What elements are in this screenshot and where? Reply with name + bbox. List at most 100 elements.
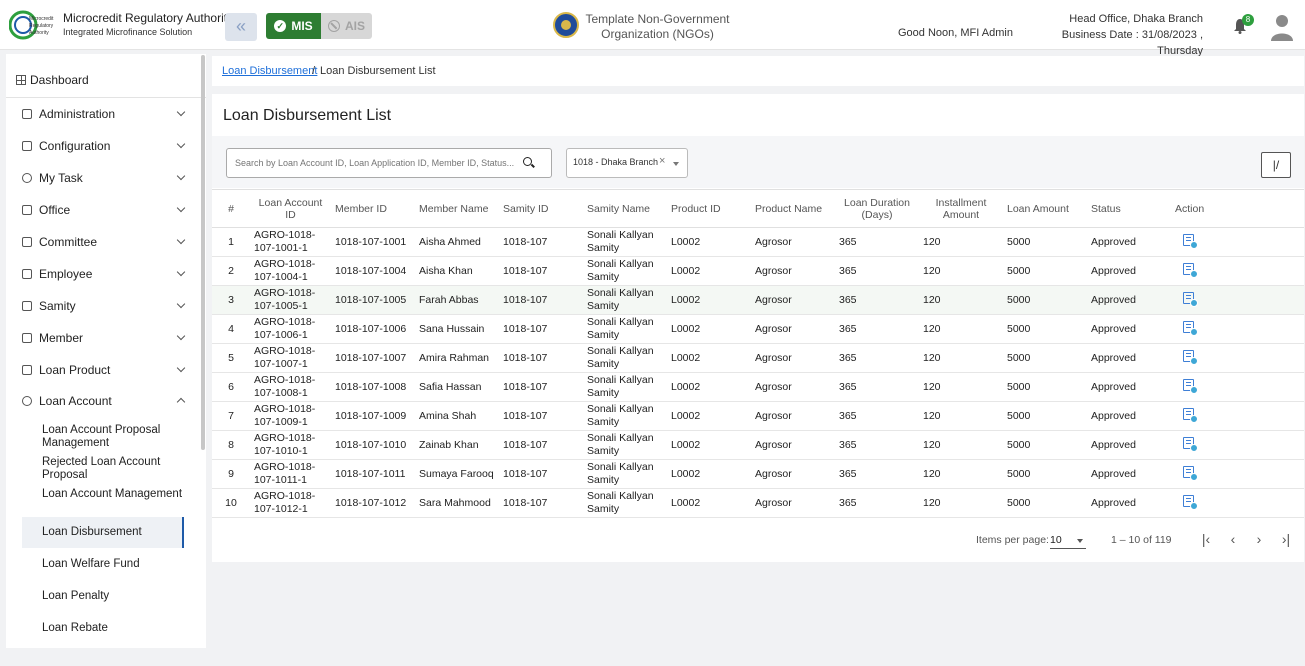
- template-name-line2: Organization (NGOs): [601, 27, 714, 41]
- cell-samity-name: Sonali Kallyan Samity: [583, 372, 667, 402]
- col-header-loan-duration: Loan Duration (Days): [835, 189, 919, 228]
- col-header-installment-amount: Installment Amount: [919, 189, 1003, 228]
- cell-member-id: 1018-107-1011: [331, 459, 415, 489]
- cell-loan-duration: 365: [835, 459, 919, 489]
- branch-filter-select[interactable]: 1018 - Dhaka Branch ×: [566, 148, 688, 178]
- view-details-icon[interactable]: [1183, 234, 1198, 249]
- sidebar-item-dashboard[interactable]: Dashboard: [6, 67, 206, 93]
- user-avatar-icon[interactable]: [1270, 13, 1294, 41]
- table-header-row: # Loan Account ID Member ID Member Name …: [212, 189, 1304, 228]
- cell-samity-name: Sonali Kallyan Samity: [583, 227, 667, 257]
- cell-member-name: Zainab Khan: [415, 430, 499, 460]
- table-row: 3 AGRO-1018-107-1005-1 1018-107-1005 Farah …: [212, 285, 1304, 315]
- cell-loan-account-id: AGRO-1018-107-1006-1: [250, 314, 331, 344]
- clear-icon[interactable]: ×: [659, 155, 665, 167]
- sidebar-subitem-loan-account-management[interactable]: Loan Account Management: [42, 488, 192, 501]
- cell-index: 8: [212, 430, 250, 460]
- sidebar-item-office[interactable]: Office: [6, 196, 206, 224]
- ais-label: AIS: [344, 19, 365, 33]
- breadcrumb-link[interactable]: Loan Disbursement: [222, 65, 317, 77]
- sidebar-item-label: Samity: [39, 299, 76, 313]
- cell-action: [1171, 401, 1304, 431]
- cell-loan-duration: 365: [835, 343, 919, 373]
- cell-installment-amount: 120: [919, 430, 1003, 460]
- cell-index: 3: [212, 285, 250, 315]
- cell-action: [1171, 314, 1304, 344]
- view-details-icon[interactable]: [1183, 437, 1198, 452]
- sidebar-subitem-loan-penalty[interactable]: Loan Penalty: [42, 590, 192, 603]
- sidebar-item-administration[interactable]: Administration: [6, 100, 206, 128]
- ais-toggle-button[interactable]: AIS: [321, 13, 372, 39]
- column-edit-icon: |/: [1272, 158, 1280, 172]
- sidebar-scrollbar[interactable]: [201, 55, 205, 450]
- previous-page-button[interactable]: ‹: [1224, 530, 1242, 548]
- cell-member-id: 1018-107-1012: [331, 488, 415, 518]
- sidebar-subitem-rejected-proposal[interactable]: Rejected Loan Account Proposal: [42, 456, 192, 482]
- cell-action: [1171, 285, 1304, 315]
- branch-filter-value: 1018 - Dhaka Branch: [573, 157, 659, 167]
- column-settings-button[interactable]: |/: [1261, 152, 1291, 178]
- cell-status: Approved: [1087, 459, 1171, 489]
- view-details-icon[interactable]: [1183, 263, 1198, 278]
- sidebar-item-committee[interactable]: Committee: [6, 228, 206, 256]
- cell-samity-id: 1018-107: [499, 372, 583, 402]
- sidebar-item-loan-product[interactable]: Loan Product: [6, 356, 206, 384]
- cell-loan-account-id: AGRO-1018-107-1010-1: [250, 430, 331, 460]
- cell-member-name: Sumaya Farooq: [415, 459, 499, 489]
- view-details-icon[interactable]: [1183, 350, 1198, 365]
- view-details-icon[interactable]: [1183, 408, 1198, 423]
- sidebar-item-label: Office: [39, 203, 71, 217]
- svg-text:Microcredit: Microcredit: [29, 16, 54, 22]
- view-details-icon[interactable]: [1183, 321, 1198, 336]
- search-field[interactable]: [226, 148, 552, 178]
- cell-action: [1171, 343, 1304, 373]
- sidebar-item-loan-account[interactable]: Loan Account: [6, 387, 206, 415]
- cell-product-name: Agrosor: [751, 401, 835, 431]
- items-per-page-select[interactable]: 10: [1050, 532, 1086, 549]
- cell-loan-amount: 5000: [1003, 459, 1087, 489]
- page-range-label: 1 – 10 of 119: [1111, 534, 1172, 546]
- cell-loan-amount: 5000: [1003, 372, 1087, 402]
- search-icon[interactable]: [523, 157, 532, 166]
- view-details-icon[interactable]: [1183, 495, 1198, 510]
- col-header-status: Status: [1087, 189, 1171, 228]
- sidebar-item-samity[interactable]: Samity: [6, 292, 206, 320]
- sidebar-item-label: Administration: [39, 107, 116, 121]
- search-input[interactable]: [235, 156, 515, 170]
- cell-member-id: 1018-107-1009: [331, 401, 415, 431]
- sidebar-item-my-task[interactable]: My Task: [6, 164, 206, 192]
- view-details-icon[interactable]: [1183, 292, 1198, 307]
- collapse-sidebar-button[interactable]: «: [225, 13, 257, 41]
- last-page-button[interactable]: ›|: [1277, 530, 1295, 548]
- cell-member-name: Sara Mahmood: [415, 488, 499, 518]
- table-row: 1 AGRO-1018-107-1001-1 1018-107-1001 Aisha …: [212, 227, 1304, 257]
- sidebar-divider: [6, 97, 206, 98]
- cell-product-name: Agrosor: [751, 488, 835, 518]
- sidebar-subitem-loan-account-proposal[interactable]: Loan Account Proposal Management: [42, 424, 192, 450]
- cell-installment-amount: 120: [919, 343, 1003, 373]
- cell-action: [1171, 488, 1304, 518]
- template-name-line1: Template Non-Government: [585, 12, 730, 26]
- caret-down-icon: [1077, 539, 1083, 543]
- sidebar-subitem-loan-rebate[interactable]: Loan Rebate: [42, 622, 192, 635]
- loan-account-icon: [22, 396, 32, 406]
- sidebar-subitem-loan-disbursement[interactable]: Loan Disbursement: [42, 526, 192, 539]
- organization-emblem-icon: [553, 12, 579, 38]
- cell-status: Approved: [1087, 227, 1171, 257]
- sidebar-subitem-loan-welfare-fund[interactable]: Loan Welfare Fund: [42, 558, 192, 571]
- mis-toggle-button[interactable]: ✓ MIS: [266, 13, 321, 39]
- sidebar-item-member[interactable]: Member: [6, 324, 206, 352]
- cell-member-name: Sana Hussain: [415, 314, 499, 344]
- committee-icon: [22, 237, 32, 247]
- view-details-icon[interactable]: [1183, 379, 1198, 394]
- sidebar-item-employee[interactable]: Employee: [6, 260, 206, 288]
- cell-member-name: Farah Abbas: [415, 285, 499, 315]
- next-page-button[interactable]: ›: [1250, 530, 1268, 548]
- cell-member-name: Aisha Ahmed: [415, 227, 499, 257]
- view-details-icon[interactable]: [1183, 466, 1198, 481]
- sidebar-item-configuration[interactable]: Configuration: [6, 132, 206, 160]
- breadcrumb-current: Loan Disbursement List: [320, 65, 436, 77]
- cell-status: Approved: [1087, 430, 1171, 460]
- cell-product-id: L0002: [667, 372, 751, 402]
- first-page-button[interactable]: |‹: [1197, 530, 1215, 548]
